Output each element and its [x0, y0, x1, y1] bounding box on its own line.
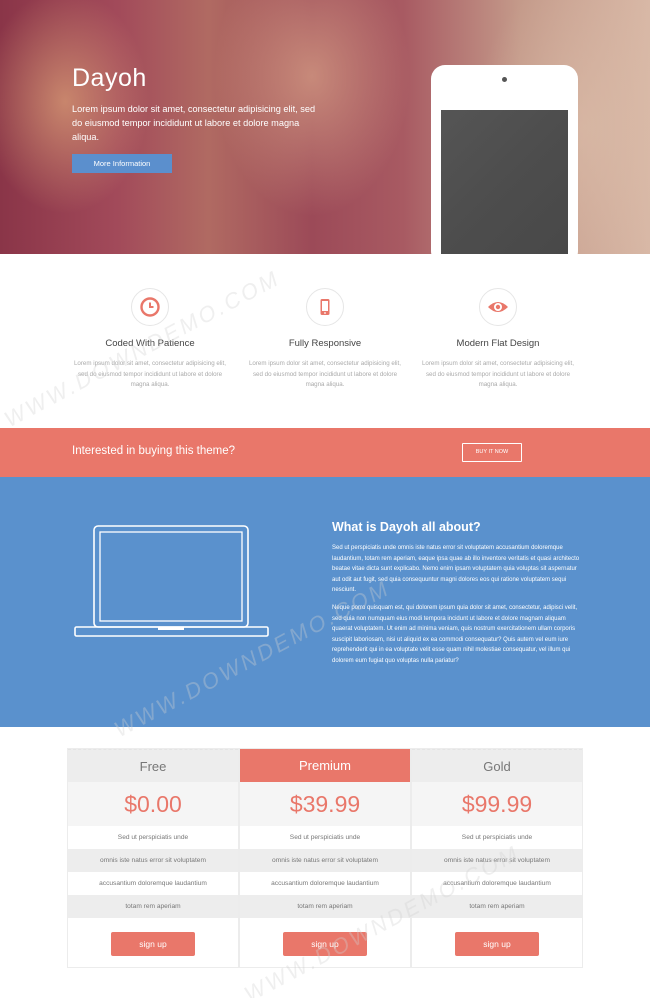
plan-feature: totam rem aperiam: [68, 895, 238, 918]
cta-text: Interested in buying this theme?: [72, 445, 236, 457]
hero-title: Dayoh: [72, 64, 147, 92]
plan-feature: omnis iste natus error sit voluptatem: [240, 849, 410, 872]
sign-up-button[interactable]: sign up: [111, 932, 195, 956]
feature-text: Lorem ipsum dolor sit amet, consectetur …: [421, 360, 574, 388]
feature-text: Lorem ipsum dolor sit amet, consectetur …: [248, 360, 401, 388]
phone-screen: [441, 110, 568, 254]
sign-up-button[interactable]: sign up: [283, 932, 367, 956]
buy-it-now-button[interactable]: BUY IT NOW: [462, 443, 522, 462]
plan-feature: accusantium doloremque laudantium: [99, 880, 207, 887]
feature-responsive: Fully Responsive Lorem ipsum dolor sit a…: [245, 288, 405, 391]
feature-title: Coded With Patience: [105, 338, 195, 349]
feature-text: Lorem ipsum dolor sit amet, consectetur …: [73, 360, 226, 388]
plan-name: Gold: [412, 749, 582, 782]
cta-banner: Interested in buying this theme? BUY IT …: [0, 428, 650, 477]
plan-feature: omnis iste natus error sit voluptatem: [412, 849, 582, 872]
feature-title: Fully Responsive: [288, 338, 362, 349]
plan-price: $0.00: [68, 782, 238, 826]
about-paragraph-1: Sed ut perspiciatis unde omnis iste natu…: [332, 545, 580, 594]
feature-flat-design: Modern Flat Design Lorem ipsum dolor sit…: [418, 288, 578, 391]
more-information-button[interactable]: More Information: [72, 154, 172, 173]
plan-name: Free: [68, 749, 238, 782]
eye-icon: [479, 288, 517, 326]
pricing-plan-premium: Premium $39.99 Sed ut perspiciatis unde …: [239, 748, 411, 968]
plan-name: Premium: [240, 749, 410, 782]
plan-feature: Sed ut perspiciatis unde: [289, 834, 361, 841]
sign-up-button[interactable]: sign up: [455, 932, 539, 956]
plan-price: $39.99: [240, 782, 410, 826]
about-paragraph-2: Neque porro quisquam est, qui dolorem ip…: [332, 605, 578, 664]
plan-feature: totam rem aperiam: [412, 895, 582, 918]
feature-coded: Coded With Patience Lorem ipsum dolor si…: [70, 288, 230, 391]
phone-mockup: [431, 65, 578, 254]
hero-section: Dayoh Lorem ipsum dolor sit amet, consec…: [0, 0, 650, 254]
pricing-plan-free: Free $0.00 Sed ut perspiciatis unde omni…: [67, 748, 239, 968]
clock-icon: [131, 288, 169, 326]
feature-title: Modern Flat Design: [456, 338, 540, 349]
phone-camera: [502, 77, 507, 82]
plan-price: $99.99: [412, 782, 582, 826]
plan-feature: omnis iste natus error sit voluptatem: [68, 849, 238, 872]
plan-feature: accusantium doloremque laudantium: [443, 880, 551, 887]
hero-text: Lorem ipsum dolor sit amet, consectetur …: [72, 104, 316, 142]
plan-feature: accusantium doloremque laudantium: [271, 880, 379, 887]
about-title: What is Dayoh all about?: [332, 520, 481, 534]
plan-feature: Sed ut perspiciatis unde: [461, 834, 533, 841]
plan-feature: Sed ut perspiciatis unde: [117, 834, 189, 841]
plan-feature: totam rem aperiam: [240, 895, 410, 918]
pricing-plan-gold: Gold $99.99 Sed ut perspiciatis unde omn…: [411, 748, 583, 968]
laptop-icon: [74, 525, 269, 637]
mobile-phone-icon: [306, 288, 344, 326]
about-section: What is Dayoh all about? Sed ut perspici…: [0, 477, 650, 727]
